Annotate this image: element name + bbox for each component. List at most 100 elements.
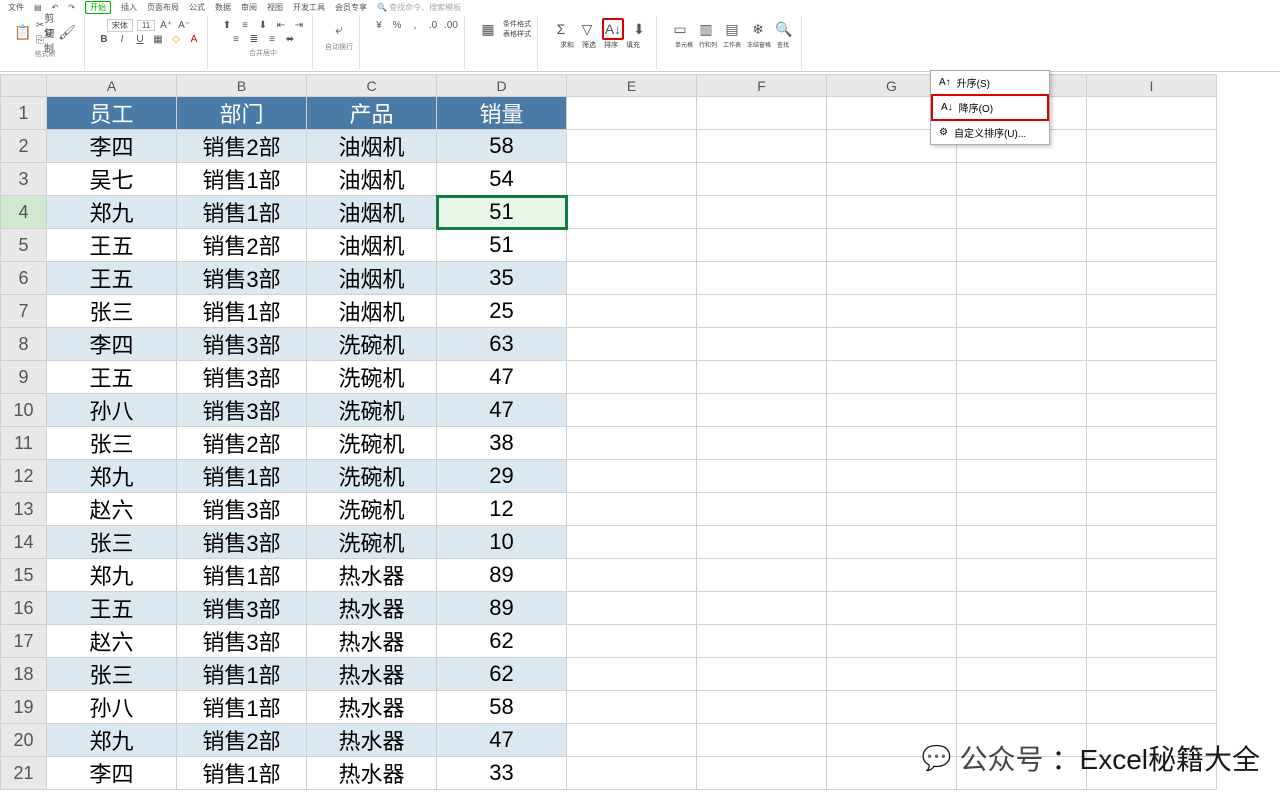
cell-D1[interactable]: 销量 — [437, 97, 567, 130]
cell-I10[interactable] — [1087, 394, 1217, 427]
cell-B19[interactable]: 销售1部 — [177, 691, 307, 724]
cell-E15[interactable] — [567, 559, 697, 592]
cell-A16[interactable]: 王五 — [47, 592, 177, 625]
cell-C19[interactable]: 热水器 — [307, 691, 437, 724]
find-icon[interactable]: 🔍 — [773, 18, 795, 40]
rowcol-icon[interactable]: ▥ — [695, 18, 717, 40]
qat-save-icon[interactable]: ▤ — [34, 3, 42, 12]
cell-B10[interactable]: 销售3部 — [177, 394, 307, 427]
row-header-7[interactable]: 7 — [1, 295, 47, 328]
cell-E5[interactable] — [567, 229, 697, 262]
cell-E21[interactable] — [567, 757, 697, 790]
sort-asc-item[interactable]: A↑ 升序(S) — [931, 71, 1049, 94]
cell-B18[interactable]: 销售1部 — [177, 658, 307, 691]
cell-H10[interactable] — [957, 394, 1087, 427]
cell-C1[interactable]: 产品 — [307, 97, 437, 130]
cell-A9[interactable]: 王五 — [47, 361, 177, 394]
align-center-icon[interactable]: ≣ — [247, 32, 261, 46]
cell-E2[interactable] — [567, 130, 697, 163]
cell-I12[interactable] — [1087, 460, 1217, 493]
cell-D12[interactable]: 29 — [437, 460, 567, 493]
row-header-6[interactable]: 6 — [1, 262, 47, 295]
qat-redo-icon[interactable]: ↷ — [68, 3, 75, 12]
cell-D13[interactable]: 12 — [437, 493, 567, 526]
cell-C16[interactable]: 热水器 — [307, 592, 437, 625]
cell-H13[interactable] — [957, 493, 1087, 526]
row-header-13[interactable]: 13 — [1, 493, 47, 526]
tab-data[interactable]: 数据 — [215, 2, 231, 13]
cell-E12[interactable] — [567, 460, 697, 493]
cell-B5[interactable]: 销售2部 — [177, 229, 307, 262]
cell-F6[interactable] — [697, 262, 827, 295]
cell-A4[interactable]: 郑九 — [47, 196, 177, 229]
cell-E6[interactable] — [567, 262, 697, 295]
cell-D2[interactable]: 58 — [437, 130, 567, 163]
tab-member[interactable]: 会员专享 — [335, 2, 367, 13]
cell-F17[interactable] — [697, 625, 827, 658]
cell-C6[interactable]: 油烟机 — [307, 262, 437, 295]
row-header-1[interactable]: 1 — [1, 97, 47, 130]
col-header-I[interactable]: I — [1087, 75, 1217, 97]
cell-D6[interactable]: 35 — [437, 262, 567, 295]
cell-C8[interactable]: 洗碗机 — [307, 328, 437, 361]
currency-icon[interactable]: ¥ — [372, 18, 386, 32]
cell-D17[interactable]: 62 — [437, 625, 567, 658]
cell-B13[interactable]: 销售3部 — [177, 493, 307, 526]
cell-F21[interactable] — [697, 757, 827, 790]
cell-A21[interactable]: 李四 — [47, 757, 177, 790]
cell-G11[interactable] — [827, 427, 957, 460]
cell-D5[interactable]: 51 — [437, 229, 567, 262]
freeze-icon[interactable]: ❄ — [747, 18, 769, 40]
cell-C21[interactable]: 热水器 — [307, 757, 437, 790]
cell-G12[interactable] — [827, 460, 957, 493]
cell-H8[interactable] — [957, 328, 1087, 361]
font-grow-icon[interactable]: A⁺ — [159, 18, 173, 32]
cell-A8[interactable]: 李四 — [47, 328, 177, 361]
cell-I7[interactable] — [1087, 295, 1217, 328]
cell-C14[interactable]: 洗碗机 — [307, 526, 437, 559]
cell-G9[interactable] — [827, 361, 957, 394]
cell-style-label[interactable]: 表格样式 — [503, 29, 531, 39]
cell-D4[interactable]: 51 — [437, 196, 567, 229]
cell-H12[interactable] — [957, 460, 1087, 493]
cell-B1[interactable]: 部门 — [177, 97, 307, 130]
cell-B7[interactable]: 销售1部 — [177, 295, 307, 328]
cell-D11[interactable]: 38 — [437, 427, 567, 460]
cell-G4[interactable] — [827, 196, 957, 229]
cell-A18[interactable]: 张三 — [47, 658, 177, 691]
cell-E4[interactable] — [567, 196, 697, 229]
row-header-9[interactable]: 9 — [1, 361, 47, 394]
cell-F5[interactable] — [697, 229, 827, 262]
cell-I8[interactable] — [1087, 328, 1217, 361]
tab-formula[interactable]: 公式 — [189, 2, 205, 13]
cell-I14[interactable] — [1087, 526, 1217, 559]
cell-A17[interactable]: 赵六 — [47, 625, 177, 658]
cell-C13[interactable]: 洗碗机 — [307, 493, 437, 526]
cell-D16[interactable]: 89 — [437, 592, 567, 625]
cond-fmt-icon[interactable]: ▦ — [477, 18, 499, 40]
cell-G6[interactable] — [827, 262, 957, 295]
col-header-A[interactable]: A — [47, 75, 177, 97]
row-header-8[interactable]: 8 — [1, 328, 47, 361]
cell-I18[interactable] — [1087, 658, 1217, 691]
cell-E7[interactable] — [567, 295, 697, 328]
cell-D20[interactable]: 47 — [437, 724, 567, 757]
row-header-2[interactable]: 2 — [1, 130, 47, 163]
cell-D8[interactable]: 63 — [437, 328, 567, 361]
cell-F7[interactable] — [697, 295, 827, 328]
cell-B2[interactable]: 销售2部 — [177, 130, 307, 163]
cell-G19[interactable] — [827, 691, 957, 724]
col-header-C[interactable]: C — [307, 75, 437, 97]
cell-B14[interactable]: 销售3部 — [177, 526, 307, 559]
font-size-select[interactable]: 11 — [137, 20, 155, 31]
cell-I6[interactable] — [1087, 262, 1217, 295]
row-header-15[interactable]: 15 — [1, 559, 47, 592]
row-header-18[interactable]: 18 — [1, 658, 47, 691]
cell-I11[interactable] — [1087, 427, 1217, 460]
cell-A5[interactable]: 王五 — [47, 229, 177, 262]
cell-D19[interactable]: 58 — [437, 691, 567, 724]
sum-icon[interactable]: Σ — [550, 18, 572, 40]
cell-H9[interactable] — [957, 361, 1087, 394]
cell-B8[interactable]: 销售3部 — [177, 328, 307, 361]
cell-A6[interactable]: 王五 — [47, 262, 177, 295]
